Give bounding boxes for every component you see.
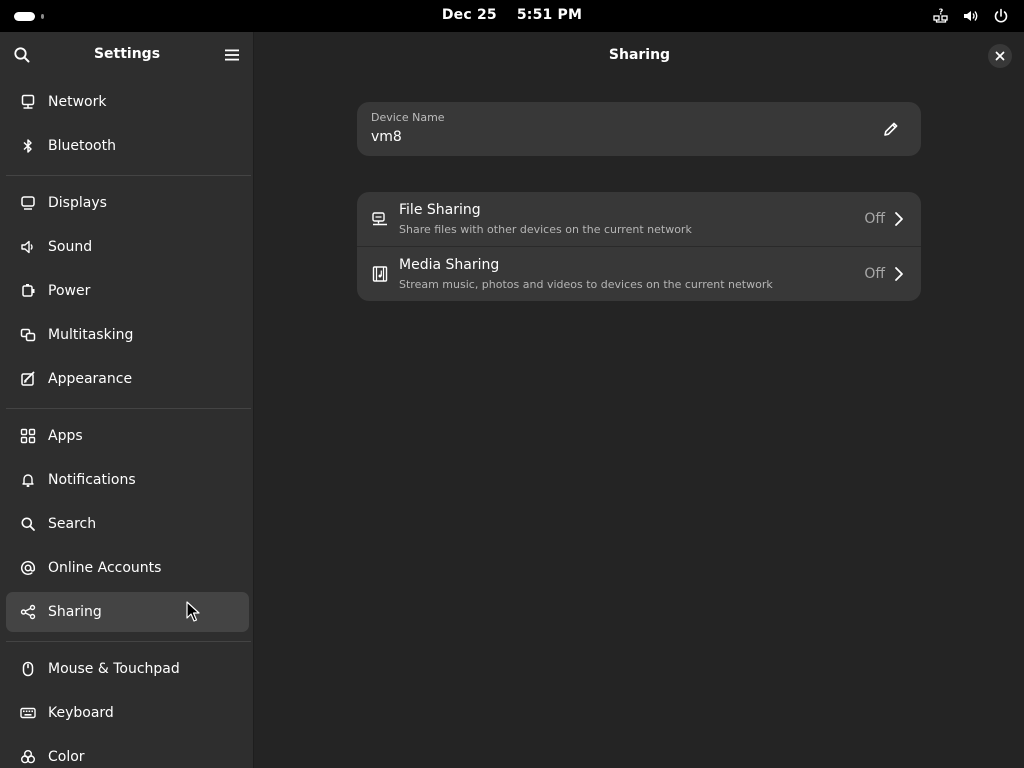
display-icon (18, 193, 38, 213)
device-name-label: Device Name (371, 111, 445, 124)
sidebar-item-sound[interactable]: Sound (6, 227, 249, 267)
svg-text:?: ? (939, 8, 944, 17)
sidebar-item-appearance[interactable]: Appearance (6, 359, 249, 399)
close-icon (995, 51, 1005, 61)
device-name-field[interactable]: Device Name vm8 (357, 102, 921, 156)
sidebar-item-label: Notifications (48, 472, 136, 488)
sidebar-header: Settings (0, 32, 253, 78)
speaker-icon (18, 237, 38, 257)
sidebar-item-label: Apps (48, 428, 83, 444)
sidebar-item-label: Mouse & Touchpad (48, 661, 180, 677)
sidebar-item-label: Color (48, 749, 85, 765)
sidebar-item-label: Sound (48, 239, 93, 255)
sidebar-item-label: Search (48, 516, 97, 532)
bluetooth-icon (18, 136, 38, 156)
hamburger-menu-icon[interactable] (222, 45, 242, 65)
sidebar-item-mouse-touchpad[interactable]: Mouse & Touchpad (6, 649, 249, 689)
share-icon (18, 602, 38, 622)
volume-icon[interactable] (962, 7, 980, 25)
page-title: Sharing (608, 47, 671, 63)
media-sharing-row[interactable]: Media Sharing Stream music, photos and v… (357, 247, 921, 301)
file-sharing-state: Off (864, 211, 885, 227)
sidebar-item-notifications[interactable]: Notifications (6, 460, 249, 500)
sidebar-item-label: Network (48, 94, 107, 110)
sidebar-item-displays[interactable]: Displays (6, 183, 249, 223)
power-plug-icon (18, 281, 38, 301)
power-icon[interactable] (992, 7, 1010, 25)
at-sign-icon (18, 558, 38, 578)
media-sharing-subtitle: Stream music, photos and videos to devic… (399, 278, 773, 291)
device-name-value[interactable]: vm8 (371, 129, 402, 145)
media-sharing-title: Media Sharing (399, 257, 500, 273)
system-tray[interactable]: ? (932, 7, 1010, 25)
sidebar-divider (6, 641, 251, 642)
close-button[interactable] (988, 44, 1012, 68)
file-sharing-subtitle: Share files with other devices on the cu… (399, 223, 692, 236)
sidebar-item-multitasking[interactable]: Multitasking (6, 315, 249, 355)
sidebar-divider (6, 175, 251, 176)
media-sharing-state: Off (864, 266, 885, 282)
sidebar-item-label: Power (48, 283, 91, 299)
file-sharing-icon (371, 210, 389, 228)
edit-pencil-icon[interactable] (881, 119, 901, 139)
settings-sidebar: Settings Network Bluetooth Displays Soun… (0, 32, 254, 768)
mouse-pointer-icon (186, 601, 200, 623)
chevron-right-icon (891, 265, 907, 283)
network-unknown-icon[interactable]: ? (932, 7, 950, 25)
file-sharing-title: File Sharing (399, 202, 481, 218)
network-icon (18, 92, 38, 112)
sidebar-item-label: Sharing (48, 604, 102, 620)
apps-grid-icon (18, 426, 38, 446)
bell-icon (18, 470, 38, 490)
clock[interactable]: Dec 25 5:51 PM (0, 7, 1024, 23)
sidebar-item-power[interactable]: Power (6, 271, 249, 311)
clock-time: 5:51 PM (516, 7, 583, 23)
media-sharing-icon (371, 265, 389, 283)
sidebar-item-label: Keyboard (48, 705, 114, 721)
sidebar-item-keyboard[interactable]: Keyboard (6, 693, 249, 733)
chevron-right-icon (891, 210, 907, 228)
sidebar-item-label: Appearance (48, 371, 133, 387)
color-icon (18, 747, 38, 767)
sidebar-item-label: Online Accounts (48, 560, 162, 576)
sidebar-item-label: Displays (48, 195, 107, 211)
sharing-panel: Sharing Device Name vm8 File Sharing Sha… (255, 32, 1024, 768)
sidebar-item-sharing[interactable]: Sharing (6, 592, 249, 632)
sidebar-item-network[interactable]: Network (6, 82, 249, 122)
sidebar-title: Settings (93, 46, 161, 62)
sidebar-item-apps[interactable]: Apps (6, 416, 249, 456)
top-bar: Dec 25 5:51 PM ? (0, 0, 1024, 32)
multitasking-icon (18, 325, 38, 345)
sidebar-item-color[interactable]: Color (6, 737, 249, 768)
mouse-icon (18, 659, 38, 679)
sidebar-item-label: Bluetooth (48, 138, 116, 154)
sharing-options-list: File Sharing Share files with other devi… (357, 192, 921, 301)
sidebar-item-bluetooth[interactable]: Bluetooth (6, 126, 249, 166)
file-sharing-row[interactable]: File Sharing Share files with other devi… (357, 192, 921, 247)
sidebar-item-search[interactable]: Search (6, 504, 249, 544)
sidebar-item-online-accounts[interactable]: Online Accounts (6, 548, 249, 588)
sidebar-divider (6, 408, 251, 409)
clock-date: Dec 25 (441, 7, 497, 23)
keyboard-icon (18, 703, 38, 723)
search-icon (18, 514, 38, 534)
sidebar-item-label: Multitasking (48, 327, 134, 343)
appearance-icon (18, 369, 38, 389)
